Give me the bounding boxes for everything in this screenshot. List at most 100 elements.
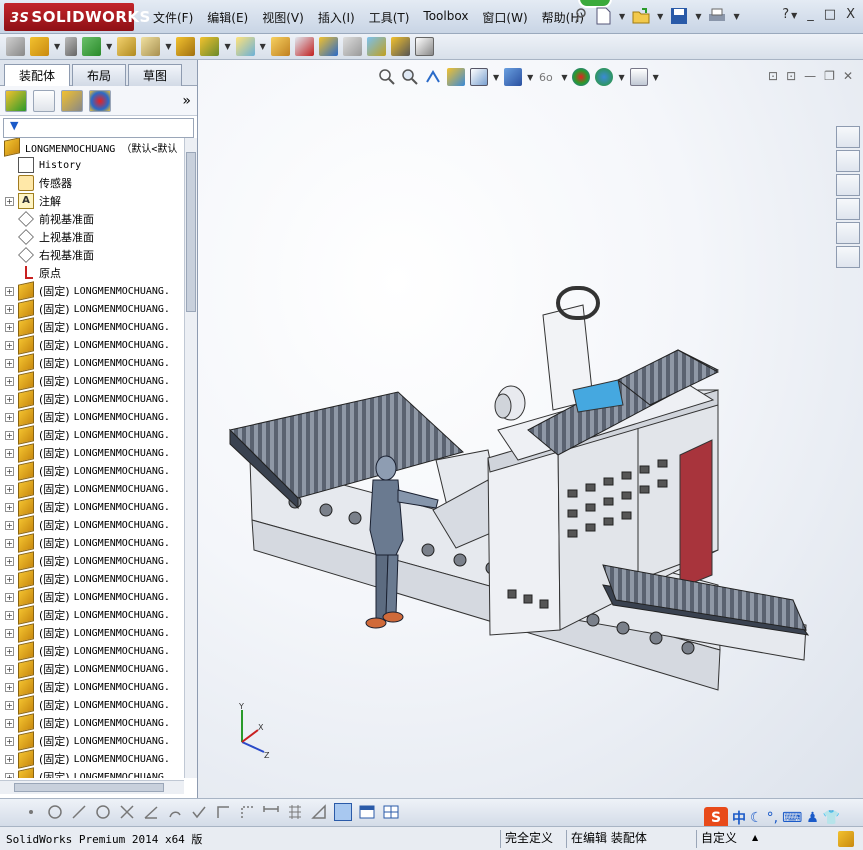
punctuation-icon[interactable]: °, [767, 810, 778, 826]
expand-icon[interactable]: + [5, 502, 14, 512]
tree-component-item[interactable]: + (固定) LONGMENMOCHUANG. [0, 767, 184, 778]
tab-layout[interactable]: 布局 [72, 64, 127, 86]
expand-icon[interactable]: + [5, 322, 14, 332]
reference-geometry-icon[interactable] [235, 37, 255, 56]
expand-icon[interactable]: + [5, 304, 14, 314]
expand-icon[interactable]: + [5, 520, 14, 530]
clearance-verification-icon[interactable] [390, 37, 410, 56]
edit-icon[interactable] [838, 831, 854, 847]
mate-icon[interactable] [65, 37, 78, 56]
smart-fasteners-icon[interactable] [117, 37, 137, 56]
dashed-corner-icon[interactable] [238, 803, 256, 821]
help-dropdown-icon[interactable]: ▼ [791, 7, 797, 22]
menu-file[interactable]: 文件(F) [146, 9, 200, 26]
expand-icon[interactable]: + [5, 646, 14, 656]
tree-item[interactable]: 上视基准面 [0, 228, 184, 246]
tree-component-item[interactable]: + (固定) LONGMENMOCHUANG. [0, 335, 184, 355]
expand-icon[interactable]: + [5, 664, 14, 674]
tree-component-item[interactable]: + (固定) LONGMENMOCHUANG. [0, 623, 184, 643]
expand-icon[interactable]: + [5, 196, 14, 206]
point-icon[interactable] [22, 803, 40, 821]
save-dropdown-icon[interactable]: ▼ [695, 12, 701, 21]
expand-icon[interactable]: + [5, 754, 14, 764]
filter-icon[interactable]: ▼ [3, 118, 194, 138]
tree-item[interactable]: 前视基准面 [0, 210, 184, 228]
tree-component-item[interactable]: + (固定) LONGMENMOCHUANG. [0, 695, 184, 715]
tree-root[interactable]: LONGMENMOCHUANG （默认<默认 [0, 138, 184, 157]
help-icon[interactable]: ? [782, 7, 789, 22]
units-dropdown-icon[interactable]: ▲ [752, 833, 758, 842]
insert-dropdown-icon[interactable]: ▼ [54, 42, 60, 51]
expand-icon[interactable]: + [5, 718, 14, 728]
minimize-icon[interactable]: _ [807, 7, 814, 22]
expand-icon[interactable]: + [5, 412, 14, 422]
feature-manager-icon[interactable] [5, 89, 27, 112]
tree-component-item[interactable]: + (固定) LONGMENMOCHUANG. [0, 479, 184, 499]
tree-component-item[interactable]: + (固定) LONGMENMOCHUANG. [0, 659, 184, 679]
close-icon[interactable]: X [846, 7, 855, 22]
print-icon[interactable] [707, 6, 727, 26]
tree-component-item[interactable]: + (固定) LONGMENMOCHUANG. [0, 515, 184, 535]
scrollbar-thumb[interactable] [186, 152, 196, 312]
pin-icon[interactable] [575, 6, 587, 26]
expand-icon[interactable]: + [5, 772, 14, 778]
ime-language[interactable]: 中 [732, 808, 746, 828]
tree-component-item[interactable]: + (固定) LONGMENMOCHUANG. [0, 389, 184, 409]
new-dropdown-icon[interactable]: ▼ [619, 12, 625, 21]
appearances-icon[interactable] [836, 222, 860, 244]
open-dropdown-icon[interactable]: ▼ [657, 12, 663, 21]
new-document-icon[interactable] [593, 6, 613, 26]
expand-icon[interactable]: + [5, 592, 14, 602]
expand-icon[interactable]: + [5, 538, 14, 548]
tree-component-item[interactable]: + (固定) LONGMENMOCHUANG. [0, 533, 184, 553]
expand-icon[interactable]: + [5, 358, 14, 368]
scrollbar-thumb[interactable] [14, 783, 164, 792]
move-dropdown-icon[interactable]: ▼ [165, 42, 171, 51]
tree-item[interactable]: + A 注解 [0, 192, 184, 210]
expand-icon[interactable]: + [5, 448, 14, 458]
show-hidden-icon[interactable] [176, 37, 196, 56]
maximize-icon[interactable]: □ [824, 7, 836, 22]
dimension-icon[interactable] [262, 803, 280, 821]
property-manager-icon[interactable] [33, 89, 55, 112]
tree-item[interactable]: 右视基准面 [0, 246, 184, 264]
expand-panel-icon[interactable]: » [182, 93, 191, 109]
features-dropdown-icon[interactable]: ▼ [224, 42, 230, 51]
menu-insert[interactable]: 插入(I) [311, 9, 362, 26]
tree-component-item[interactable]: + (固定) LONGMENMOCHUANG. [0, 569, 184, 589]
check-icon[interactable] [190, 803, 208, 821]
tree-component-item[interactable]: + (固定) LONGMENMOCHUANG. [0, 353, 184, 373]
menu-view[interactable]: 视图(V) [255, 9, 311, 26]
interference-detection-icon[interactable] [366, 37, 386, 56]
corner-icon[interactable] [214, 803, 232, 821]
tab-assembly[interactable]: 装配体 [4, 64, 71, 86]
triangle-icon[interactable] [310, 803, 328, 821]
tree-component-item[interactable]: + (固定) LONGMENMOCHUANG. [0, 551, 184, 571]
pattern-dropdown-icon[interactable]: ▼ [106, 42, 112, 51]
polygon-icon[interactable] [94, 803, 112, 821]
tree-component-item[interactable]: + (固定) LONGMENMOCHUANG. [0, 281, 184, 301]
tree-item[interactable]: 传感器 [0, 174, 184, 192]
graphics-area[interactable]: ▼ ▼ 6ᴏ ▼ ▼ ▼ ⊡ ⊡ — ❐ ✕ Y X Z [198, 60, 863, 798]
menu-window[interactable]: 窗口(W) [475, 9, 534, 26]
tree-component-item[interactable]: + (固定) LONGMENMOCHUANG. [0, 371, 184, 391]
user-icon[interactable]: ♟ [806, 810, 819, 826]
tree-component-item[interactable]: + (固定) LONGMENMOCHUANG. [0, 713, 184, 733]
expand-icon[interactable]: + [5, 430, 14, 440]
tree-component-item[interactable]: + (固定) LONGMENMOCHUANG. [0, 407, 184, 427]
expand-icon[interactable]: + [5, 286, 14, 296]
tab-sketch[interactable]: 草图 [128, 64, 183, 86]
open-folder-icon[interactable] [631, 6, 651, 26]
expand-icon[interactable]: + [5, 466, 14, 476]
keyboard-icon[interactable]: ⌨ [782, 810, 802, 826]
instant3d-icon[interactable] [414, 37, 434, 56]
tree-component-item[interactable]: + (固定) LONGMENMOCHUANG. [0, 317, 184, 337]
grid-icon[interactable] [286, 803, 304, 821]
3d-box-icon[interactable] [334, 803, 352, 821]
tree-component-item[interactable]: + (固定) LONGMENMOCHUANG. [0, 443, 184, 463]
tree-component-item[interactable]: + (固定) LONGMENMOCHUANG. [0, 299, 184, 319]
shirt-icon[interactable]: 👕 [823, 810, 840, 826]
tree-component-item[interactable]: + (固定) LONGMENMOCHUANG. [0, 425, 184, 445]
tree-component-item[interactable]: + (固定) LONGMENMOCHUANG. [0, 605, 184, 625]
tree-component-item[interactable]: + (固定) LONGMENMOCHUANG. [0, 749, 184, 769]
